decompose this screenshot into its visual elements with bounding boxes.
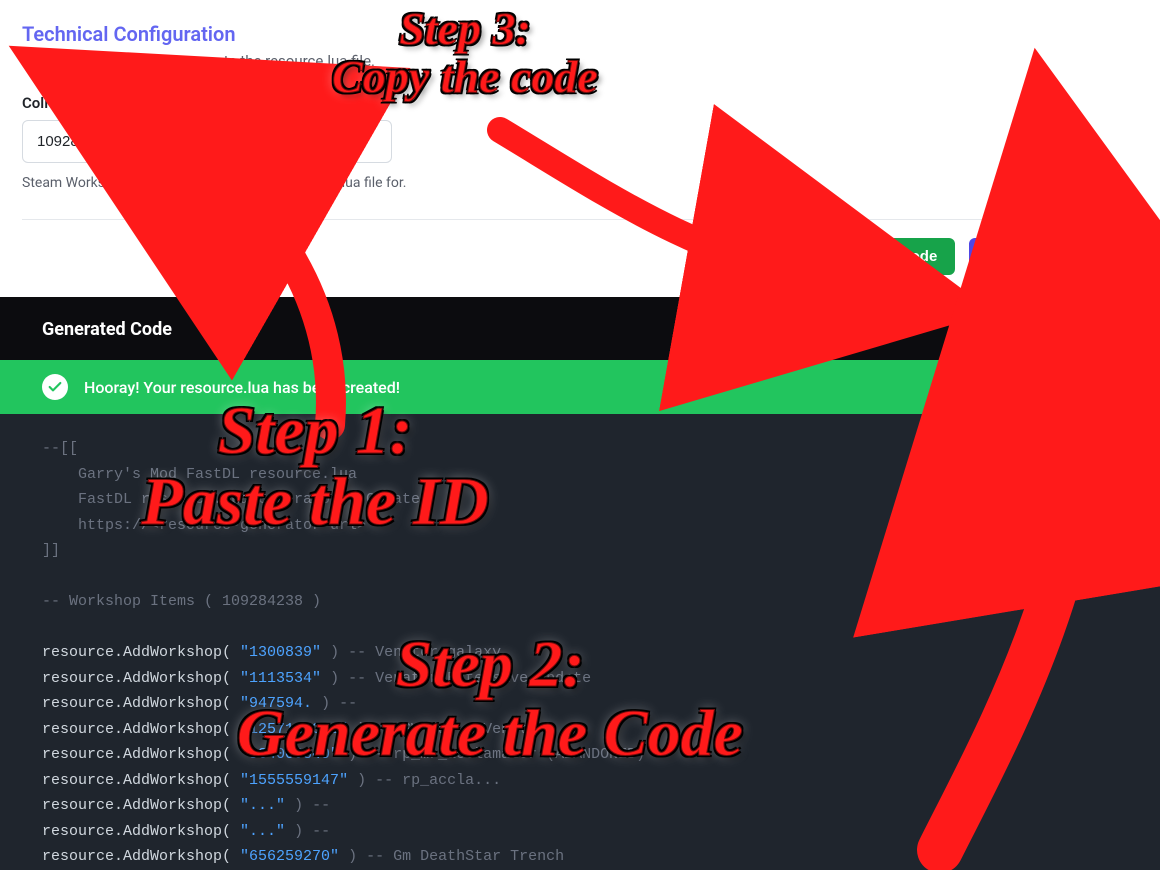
button-row: Copy Code Generate Code <box>0 220 1160 297</box>
code-icon <box>987 249 1005 265</box>
collection-id-input[interactable] <box>22 120 392 163</box>
config-section: Technical Configuration Necessary Inform… <box>0 0 1160 193</box>
generated-code-panel: Generated Code Hooray! Your resource.lua… <box>0 297 1160 870</box>
clipboard-icon <box>834 249 850 265</box>
section-description: Necessary Information to create the reso… <box>22 52 1138 70</box>
success-banner: Hooray! Your resource.lua has been creat… <box>0 360 1160 414</box>
required-asterisk: * <box>111 94 118 112</box>
copy-code-button[interactable]: Copy Code <box>816 238 955 275</box>
input-wrap <box>22 120 392 173</box>
section-title: Technical Configuration <box>22 22 1138 46</box>
generated-code-title: Generated Code <box>0 297 1160 360</box>
collection-id-label: Collection ID* <box>22 94 1138 112</box>
code-block[interactable]: --[[ Garry's Mod FastDL resource.lua Fas… <box>0 414 1160 870</box>
copy-code-label: Copy Code <box>858 248 937 265</box>
success-text: Hooray! Your resource.lua has been creat… <box>84 378 400 397</box>
check-icon <box>42 374 68 400</box>
generate-code-button[interactable]: Generate Code <box>969 238 1138 275</box>
field-help-text: Steam Workshop Collection ID to create a… <box>22 173 422 193</box>
generate-code-label: Generate Code <box>1013 248 1120 265</box>
field-label-text: Collection ID <box>22 94 108 112</box>
